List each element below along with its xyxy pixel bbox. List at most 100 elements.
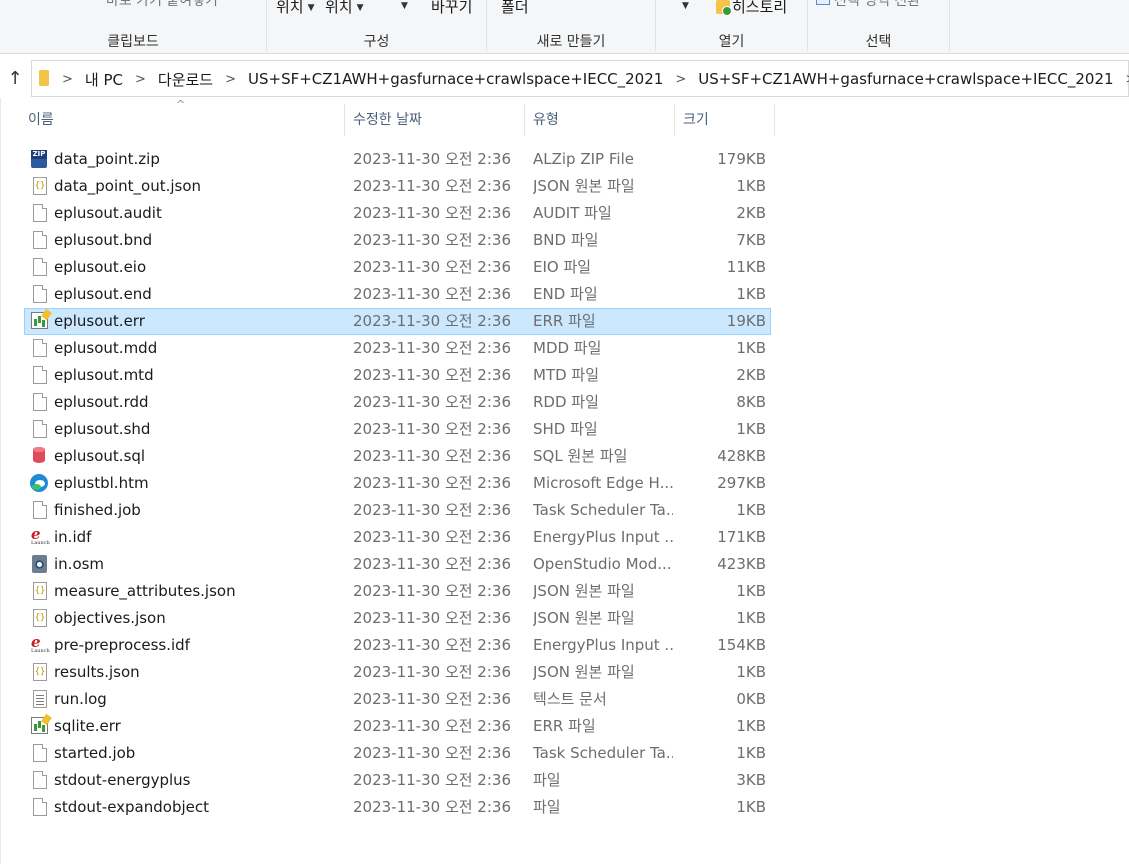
chevron-down-icon: ▼ bbox=[307, 3, 315, 13]
delete-dropdown[interactable]: ▼ bbox=[397, 0, 408, 14]
file-name: started.job bbox=[54, 744, 136, 762]
file-type: ERR 파일 bbox=[533, 312, 596, 330]
file-row[interactable]: eplusout.mdd 2023-11-30 오전 2:36 MDD 파일 1KB bbox=[24, 335, 771, 362]
file-date: 2023-11-30 오전 2:36 bbox=[353, 339, 511, 357]
file-name: data_point.zip bbox=[54, 150, 160, 168]
file-type: Microsoft Edge H... bbox=[533, 474, 673, 492]
file-row[interactable]: eplusout.shd 2023-11-30 오전 2:36 SHD 파일 1KB bbox=[24, 416, 771, 443]
file-name: eplusout.audit bbox=[54, 204, 162, 222]
file-size: 3KB bbox=[736, 771, 766, 789]
file-row[interactable]: run.log 2023-11-30 오전 2:36 텍스트 문서 0KB bbox=[24, 686, 771, 713]
file-date: 2023-11-30 오전 2:36 bbox=[353, 312, 511, 330]
file-date: 2023-11-30 오전 2:36 bbox=[353, 231, 511, 249]
file-type: EnergyPlus Input ... bbox=[533, 528, 673, 546]
file-row[interactable]: {} data_point_out.json 2023-11-30 오전 2:36 J… bbox=[24, 173, 771, 200]
file-row[interactable]: finished.job 2023-11-30 오전 2:36 Task Sched… bbox=[24, 497, 771, 524]
openstudio-file-icon bbox=[32, 555, 47, 573]
file-date: 2023-11-30 오전 2:36 bbox=[353, 501, 511, 519]
file-type: JSON 원본 파일 bbox=[533, 609, 635, 627]
file-row[interactable]: eplusout.audit 2023-11-30 오전 2:36 AUDIT 파일… bbox=[24, 200, 771, 227]
file-name: stdout-expandobject bbox=[54, 798, 210, 816]
file-size: 1KB bbox=[736, 501, 766, 519]
chevron-right-icon[interactable]: > bbox=[62, 72, 73, 87]
column-header-name[interactable]: 이름 bbox=[20, 104, 345, 136]
new-folder-button[interactable]: 폴더 bbox=[501, 0, 529, 17]
file-type: SQL 원본 파일 bbox=[533, 447, 628, 465]
copy-to-button[interactable]: 위치 ▼ bbox=[325, 0, 364, 17]
file-name: data_point_out.json bbox=[54, 177, 202, 195]
file-row[interactable]: in.osm 2023-11-30 오전 2:36 OpenStudio Mod..… bbox=[24, 551, 771, 578]
file-file-icon bbox=[33, 285, 47, 303]
breadcrumb-project-subfolder[interactable]: US+SF+CZ1AWH+gasfurnace+crawlspace+IECC_… bbox=[698, 70, 1113, 88]
file-file-icon bbox=[33, 258, 47, 276]
history-button[interactable]: 히스토리 bbox=[716, 0, 787, 17]
file-date: 2023-11-30 오전 2:36 bbox=[353, 555, 511, 573]
file-type: OpenStudio Mod... bbox=[533, 555, 672, 573]
file-type: 텍스트 문서 bbox=[533, 690, 607, 708]
file-row[interactable]: eplusout.eio 2023-11-30 오전 2:36 EIO 파일 11KB bbox=[24, 254, 771, 281]
file-file-icon bbox=[33, 231, 47, 249]
file-row[interactable]: {} results.json 2023-11-30 오전 2:36 JSON 원본 … bbox=[24, 659, 771, 686]
file-row[interactable]: e Launch in.idf 2023-11-30 오전 2:36 EnergyPlu… bbox=[24, 524, 771, 551]
file-name: finished.job bbox=[54, 501, 141, 519]
breadcrumb-this-pc[interactable]: 내 PC bbox=[85, 69, 123, 90]
json-file-icon: {} bbox=[33, 177, 47, 195]
file-name: eplusout.rdd bbox=[54, 393, 149, 411]
file-size: 179KB bbox=[717, 150, 766, 168]
file-size: 2KB bbox=[736, 366, 766, 384]
file-row[interactable]: sqlite.err 2023-11-30 오전 2:36 ERR 파일 1KB bbox=[24, 713, 771, 740]
file-type: Task Scheduler Ta... bbox=[533, 744, 673, 762]
ribbon-group-new: 폴더 새로 만들기 bbox=[487, 0, 655, 53]
chevron-right-icon[interactable]: > bbox=[675, 72, 686, 87]
file-file-icon bbox=[33, 501, 47, 519]
history-icon bbox=[716, 0, 732, 16]
open-dropdown[interactable]: ▼ bbox=[678, 0, 689, 14]
file-type: AUDIT 파일 bbox=[533, 204, 612, 222]
chevron-right-icon[interactable]: > bbox=[135, 72, 146, 87]
ribbon-divider bbox=[949, 0, 950, 51]
file-row[interactable]: eplusout.bnd 2023-11-30 오전 2:36 BND 파일 7KB bbox=[24, 227, 771, 254]
file-row[interactable]: eplustbl.htm 2023-11-30 오전 2:36 Microsoft … bbox=[24, 470, 771, 497]
file-row[interactable]: {} measure_attributes.json 2023-11-30 오전 2… bbox=[24, 578, 771, 605]
rename-button[interactable]: 바꾸기 bbox=[431, 0, 472, 17]
file-size: 1KB bbox=[736, 420, 766, 438]
address-bar-row: ↑ > 내 PC > 다운로드 > US+SF+CZ1AWH+gasfurnac… bbox=[0, 60, 1129, 98]
err-file-icon bbox=[31, 717, 48, 734]
file-row[interactable]: eplusout.end 2023-11-30 오전 2:36 END 파일 1KB bbox=[24, 281, 771, 308]
file-name: in.idf bbox=[54, 528, 92, 546]
file-name: in.osm bbox=[54, 555, 105, 573]
breadcrumb-downloads[interactable]: 다운로드 bbox=[158, 69, 213, 90]
file-row[interactable]: eplusout.err 2023-11-30 오전 2:36 ERR 파일 19KB bbox=[24, 308, 771, 335]
file-row[interactable]: {} objectives.json 2023-11-30 오전 2:36 JSON … bbox=[24, 605, 771, 632]
chevron-right-icon[interactable]: > bbox=[1126, 72, 1129, 87]
chevron-right-icon[interactable]: > bbox=[225, 72, 236, 87]
file-row[interactable]: started.job 2023-11-30 오전 2:36 Task Schedu… bbox=[24, 740, 771, 767]
file-date: 2023-11-30 오전 2:36 bbox=[353, 663, 511, 681]
file-name: run.log bbox=[54, 690, 107, 708]
file-date: 2023-11-30 오전 2:36 bbox=[353, 366, 511, 384]
up-arrow-icon[interactable]: ↑ bbox=[6, 69, 24, 89]
file-row[interactable]: ZIP data_point.zip 2023-11-30 오전 2:36 ALZip… bbox=[24, 146, 771, 173]
invert-selection-button[interactable]: 선택 영역 전환 bbox=[816, 0, 920, 10]
file-date: 2023-11-30 오전 2:36 bbox=[353, 285, 511, 303]
ribbon: 바로 가기 붙여넣기 클립보드 위치 ▼ 위치 ▼ ▼ 바꾸기 구성 폴더 새로 만… bbox=[0, 0, 1129, 54]
energyplus-file-icon: e Launch bbox=[31, 525, 50, 547]
paste-shortcut-button[interactable]: 바로 가기 붙여넣기 bbox=[106, 0, 218, 10]
file-row[interactable]: eplusout.mtd 2023-11-30 오전 2:36 MTD 파일 2KB bbox=[24, 362, 771, 389]
column-header-date[interactable]: 수정한 날짜 bbox=[345, 104, 525, 136]
move-to-button[interactable]: 위치 ▼ bbox=[276, 0, 315, 17]
address-bar[interactable]: > 내 PC > 다운로드 > US+SF+CZ1AWH+gasfurnace+… bbox=[31, 60, 1129, 97]
ribbon-group-open: ▼ 히스토리 열기 bbox=[656, 0, 807, 53]
file-size: 1KB bbox=[736, 339, 766, 357]
column-header-type[interactable]: 유형 bbox=[525, 104, 675, 136]
file-row[interactable]: e Launch pre-preprocess.idf 2023-11-30 오전 2… bbox=[24, 632, 771, 659]
file-row[interactable]: eplusout.sql 2023-11-30 오전 2:36 SQL 원본 파일 4… bbox=[24, 443, 771, 470]
file-size: 428KB bbox=[717, 447, 766, 465]
ribbon-group-label: 클립보드 bbox=[107, 34, 159, 50]
file-row[interactable]: eplusout.rdd 2023-11-30 오전 2:36 RDD 파일 8KB bbox=[24, 389, 771, 416]
breadcrumb-project-folder[interactable]: US+SF+CZ1AWH+gasfurnace+crawlspace+IECC_… bbox=[248, 70, 663, 88]
file-row[interactable]: stdout-energyplus 2023-11-30 오전 2:36 파일 3KB bbox=[24, 767, 771, 794]
ribbon-group-clipboard: 바로 가기 붙여넣기 클립보드 bbox=[0, 0, 266, 53]
file-row[interactable]: stdout-expandobject 2023-11-30 오전 2:36 파일 1… bbox=[24, 794, 771, 821]
column-header-size[interactable]: 크기 bbox=[675, 104, 775, 136]
